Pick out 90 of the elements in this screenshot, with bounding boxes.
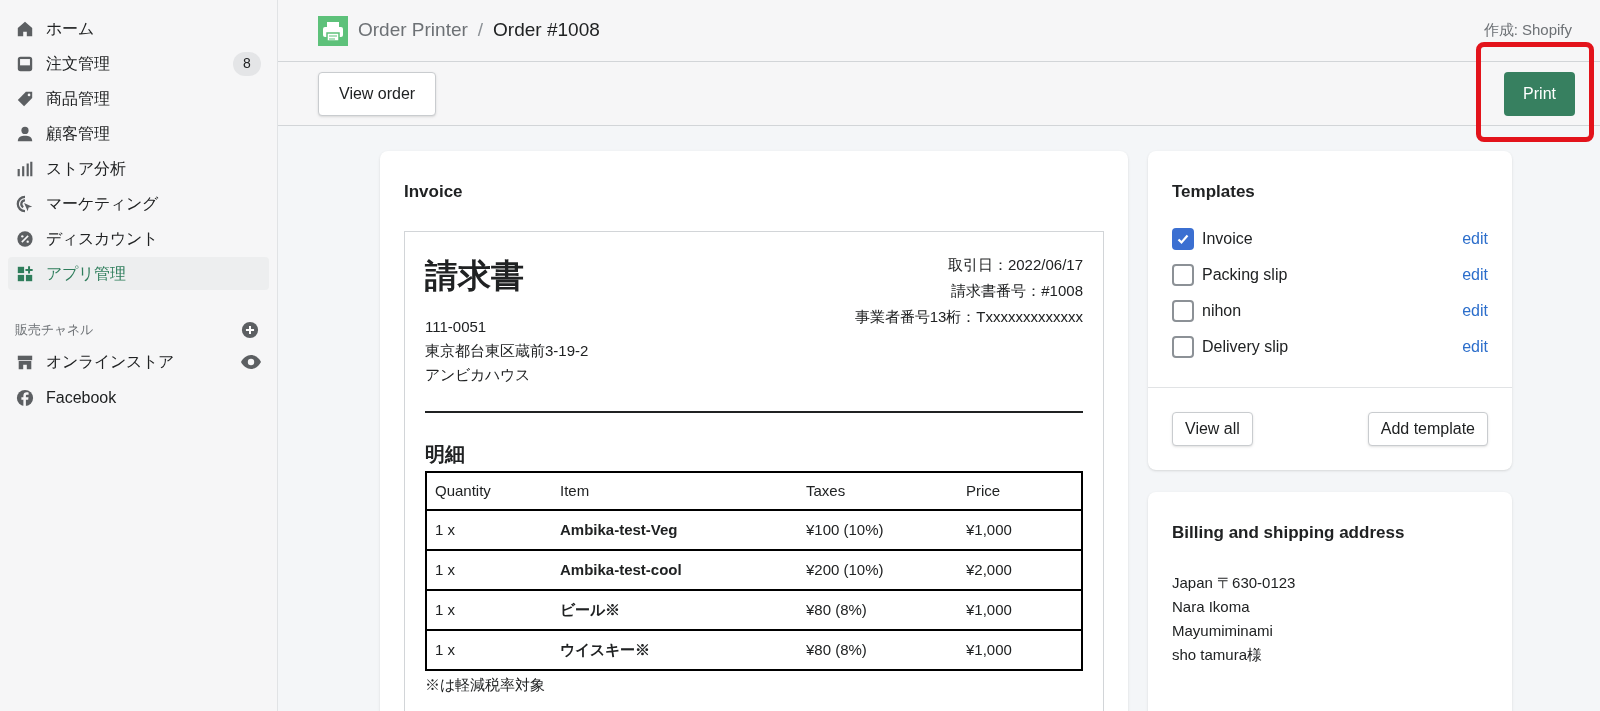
meta-line: 取引日：2022/06/17 <box>946 254 1083 275</box>
print-button[interactable]: Print <box>1504 71 1575 116</box>
channel-item[interactable]: Facebook <box>8 381 269 414</box>
column-header: Quantity <box>426 472 552 511</box>
target-icon <box>16 194 34 213</box>
address-line: 東京都台東区蔵前3-19-2 <box>425 341 589 362</box>
inbox-icon <box>16 54 34 73</box>
address-line: Mayumiminami <box>1172 621 1274 641</box>
page-title: Order #1008 <box>493 18 600 43</box>
table-cell: ¥1,000 <box>958 510 1082 551</box>
nav-label: 商品管理 <box>46 88 111 109</box>
nav-label: ディスカウント <box>46 228 159 249</box>
address-line: アンビカハウス <box>425 365 531 386</box>
nav-item[interactable]: ディスカウント <box>8 222 269 255</box>
nav-label: アプリ管理 <box>46 263 127 284</box>
bar-chart-icon <box>16 159 34 178</box>
document-title: 請求書 <box>425 255 525 296</box>
nav-label: オンラインストア <box>46 351 175 372</box>
facebook-icon <box>16 388 34 407</box>
nav-item[interactable]: 注文管理 8 <box>8 47 269 80</box>
nav-item[interactable]: ホーム <box>8 12 269 45</box>
checkbox[interactable] <box>1172 227 1194 250</box>
column-header: Price <box>958 472 1082 511</box>
home-icon <box>16 19 34 38</box>
address-line: Nara Ikoma <box>1172 597 1251 617</box>
footnote: ※は軽減税率対象 <box>425 675 546 696</box>
address-line: 111-0051 <box>425 317 488 338</box>
nav-item[interactable]: ストア分析 <box>8 152 269 185</box>
template-label: Delivery slip <box>1202 336 1290 357</box>
table-cell: 1 x <box>426 590 552 631</box>
checkbox[interactable] <box>1172 263 1194 286</box>
table-cell: ¥2,000 <box>958 550 1082 591</box>
nav-item[interactable]: マーケティング <box>8 187 269 220</box>
nav-label: ストア分析 <box>46 158 127 179</box>
edit-link[interactable]: edit <box>1462 334 1488 359</box>
address-line: sho tamura様 <box>1172 645 1264 665</box>
edit-link[interactable]: edit <box>1462 262 1488 287</box>
nav-label: 顧客管理 <box>46 123 111 144</box>
table-cell: ¥80 (8%) <box>798 590 958 631</box>
discount-icon <box>16 229 34 248</box>
table-cell: 1 x <box>426 510 552 551</box>
template-button[interactable]: Add template <box>1367 411 1488 446</box>
apps-icon <box>16 264 34 283</box>
table-cell: ¥100 (10%) <box>798 510 958 551</box>
card-title: Invoice <box>404 181 464 203</box>
address-line: Japan 〒630-0123 <box>1172 573 1297 593</box>
meta-line: 事業者番号13桁：Txxxxxxxxxxxxx <box>854 306 1083 327</box>
checkbox[interactable] <box>1172 335 1194 358</box>
printer-icon <box>318 15 348 46</box>
table-cell: Ambika-test-cool <box>552 550 798 591</box>
credit-text: 作成: Shopify <box>1483 20 1572 41</box>
person-icon <box>16 124 34 143</box>
template-label: nihon <box>1202 300 1243 321</box>
table-cell: ビール※ <box>552 590 798 631</box>
section-heading: 販売チャネル <box>15 321 93 339</box>
nav-label: Facebook <box>46 387 118 408</box>
section-title: 明細 <box>425 442 466 468</box>
nav-label: 注文管理 <box>46 53 111 74</box>
column-header: Item <box>552 472 798 511</box>
card-title: Templates <box>1172 181 1256 203</box>
table-cell: ウイスキー※ <box>552 630 798 671</box>
count-badge: 8 <box>233 51 261 76</box>
tag-icon <box>16 89 34 108</box>
breadcrumb-separator: / <box>477 18 484 43</box>
table-cell: ¥200 (10%) <box>798 550 958 591</box>
template-label: Invoice <box>1202 228 1254 249</box>
nav-label: マーケティング <box>46 193 159 214</box>
table-cell: ¥80 (8%) <box>798 630 958 671</box>
table-cell: Ambika-test-Veg <box>552 510 798 551</box>
template-button[interactable]: View all <box>1172 411 1253 446</box>
edit-link[interactable]: edit <box>1462 298 1488 323</box>
nav-label: ホーム <box>46 18 95 39</box>
nav-item[interactable]: 商品管理 <box>8 82 269 115</box>
channel-item[interactable]: オンラインストア <box>8 345 269 378</box>
nav-item[interactable]: アプリ管理 <box>8 257 269 290</box>
table-cell: 1 x <box>426 550 552 591</box>
checkbox[interactable] <box>1172 299 1194 322</box>
nav-item[interactable]: 顧客管理 <box>8 117 269 150</box>
table-cell: ¥1,000 <box>958 590 1082 631</box>
table-cell: 1 x <box>426 630 552 671</box>
table-cell: ¥1,000 <box>958 630 1082 671</box>
app-link[interactable]: Order Printer <box>358 16 468 45</box>
edit-link[interactable]: edit <box>1462 226 1488 251</box>
meta-line: 請求書番号：#1008 <box>950 280 1083 301</box>
view-order-button[interactable]: View order <box>318 71 437 116</box>
add-icon[interactable] <box>241 320 259 339</box>
card-title: Billing and shipping address <box>1172 521 1406 544</box>
eye-icon[interactable] <box>241 354 261 369</box>
template-label: Packing slip <box>1202 264 1289 285</box>
column-header: Taxes <box>798 472 958 511</box>
